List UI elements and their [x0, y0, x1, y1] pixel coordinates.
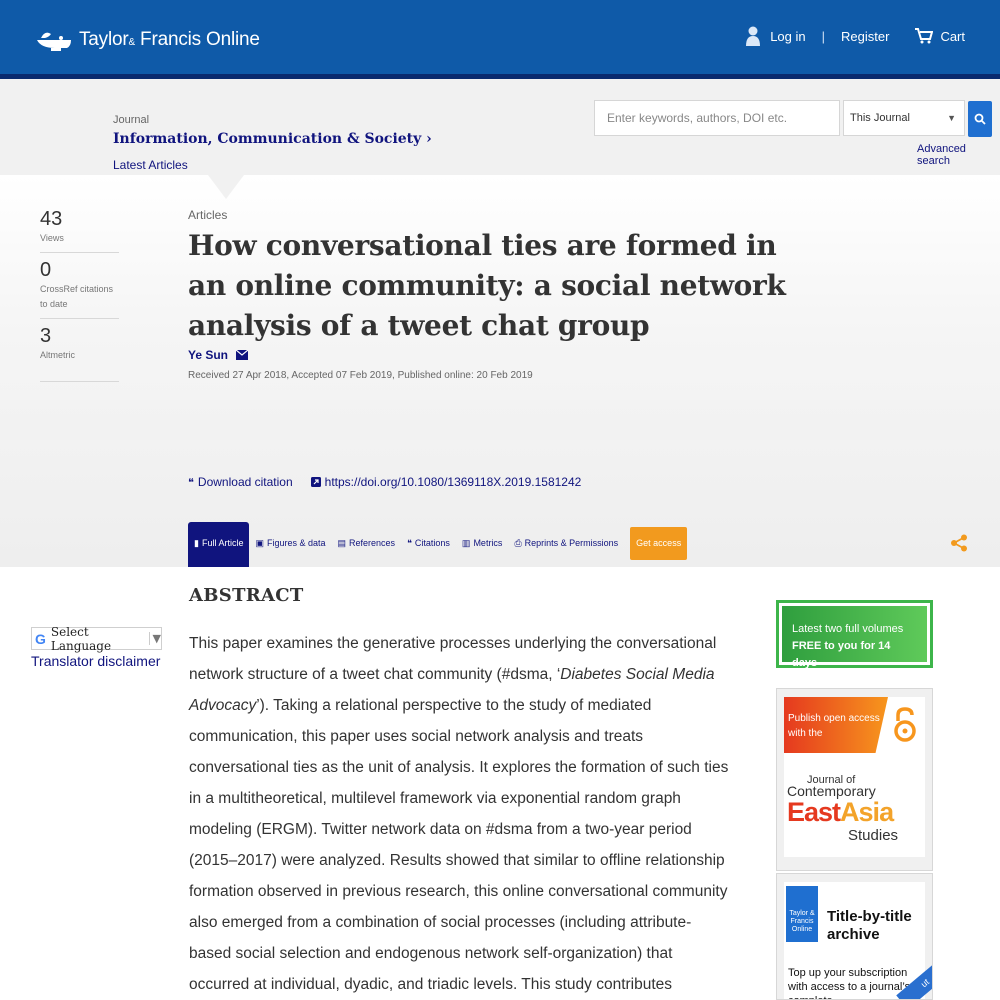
dropdown-arrow-icon: ▼	[148, 632, 161, 645]
tab-metrics[interactable]: ▥ Metrics	[456, 522, 509, 567]
metric-value: 3	[40, 325, 52, 347]
metric-label: Views	[40, 233, 64, 243]
ad-studies: Studies	[848, 827, 899, 844]
citation-links: ❝ Download citation https://doi.org/10.1…	[188, 475, 599, 489]
article-type: Articles	[188, 208, 228, 222]
search-button[interactable]	[968, 101, 992, 137]
publication-dates: Received 27 Apr 2018, Accepted 07 Feb 20…	[188, 370, 533, 381]
latest-articles-link[interactable]: Latest Articles	[113, 158, 188, 172]
download-citation-label: Download citation	[197, 475, 293, 489]
author-link[interactable]: Ye Sun	[188, 348, 249, 362]
article-metrics: 43 Views 0 CrossRef citations to date 3 …	[40, 208, 119, 388]
quote-icon: ❝	[188, 476, 194, 489]
ad-banner: Latest two full volumes FREE to you for …	[782, 606, 927, 669]
metric-altmetric[interactable]: 3 Altmetric	[40, 325, 119, 382]
tab-figures-data[interactable]: ▣ Figures & data	[249, 522, 331, 567]
print-icon: ⎙	[514, 538, 522, 548]
ad-title: Title-by-title archive	[827, 908, 912, 943]
metric-value: 43	[40, 208, 63, 230]
metric-value: 0	[40, 259, 52, 281]
lamp-logo-icon	[37, 32, 71, 51]
abstract-text: This paper examines the generative proce…	[189, 635, 729, 993]
doi-link[interactable]: https://doi.org/10.1080/1369118X.2019.15…	[310, 475, 582, 489]
login-link[interactable]: Log in	[746, 26, 806, 46]
logo-text: Taylor& Francis Online	[79, 29, 260, 50]
journal-title[interactable]: Information, Communication & Society ›	[113, 131, 432, 147]
article-title: How conversational ties are formed in an…	[188, 229, 786, 342]
language-select-label: Select Language	[50, 624, 112, 653]
cart-link[interactable]: Cart	[915, 28, 965, 44]
tab-label: Reprints & Permissions	[524, 538, 619, 548]
abstract-heading: ABSTRACT	[189, 585, 304, 606]
ad-card: Publish open access with the Journal of …	[784, 697, 925, 857]
translator-disclaimer-link[interactable]: Translator disclaimer	[31, 653, 160, 669]
nav-pointer	[208, 175, 244, 199]
image-icon: ▣	[255, 538, 264, 548]
ad-card: Taylor & Francis Online Title-by-title a…	[784, 882, 925, 999]
tab-full-article[interactable]: ▮ Full Article	[188, 522, 250, 567]
book-icon: ▤	[337, 538, 347, 548]
register-link[interactable]: Register	[841, 29, 889, 44]
tab-reprints-permissions[interactable]: ⎙ Reprints & Permissions	[508, 522, 624, 567]
tab-label: References	[349, 538, 396, 548]
ad-east-asia: EastAsia	[787, 797, 894, 827]
search-icon	[974, 113, 986, 125]
tab-citations[interactable]: ❝ Citations	[401, 522, 456, 567]
language-select[interactable]: G Select Language ▼	[31, 624, 162, 653]
tab-label: Metrics	[473, 538, 503, 548]
ad-line-bold: FREE to you for 14 days	[792, 640, 891, 669]
journal-kicker: Journal	[113, 114, 150, 126]
article-tabs: ▮ Full Article ▣ Figures & data ▤ Refere…	[188, 522, 688, 567]
share-button[interactable]	[950, 534, 968, 557]
search-scope-select[interactable]: This Journal ▼	[843, 100, 965, 136]
chevron-right-icon: ›	[426, 131, 432, 147]
user-icon	[746, 26, 761, 46]
author-name: Ye Sun	[188, 348, 229, 362]
ad-line: Latest two full volumes	[792, 623, 904, 635]
metric-crossref[interactable]: 0 CrossRef citations to date	[40, 259, 119, 319]
site-logo[interactable]: Taylor& Francis Online	[35, 28, 260, 52]
ad-orange-banner: Publish open access with the	[784, 697, 888, 753]
separator: |	[821, 28, 826, 44]
dropdown-arrow-icon: ▼	[947, 113, 956, 123]
free-volumes-ad[interactable]: Latest two full volumes FREE to you for …	[776, 600, 933, 669]
tf-logo-badge: Taylor & Francis Online	[786, 886, 818, 942]
share-icon	[951, 534, 967, 552]
google-icon: G	[35, 630, 46, 647]
metric-label: CrossRef citations to date	[40, 284, 114, 309]
download-citation-link[interactable]: ❝ Download citation	[188, 475, 293, 489]
search-scope-value: This Journal	[850, 112, 910, 124]
doi-label: https://doi.org/10.1080/1369118X.2019.15…	[324, 475, 582, 489]
file-icon: ▮	[194, 538, 199, 548]
envelope-icon	[236, 350, 249, 360]
bar-chart-icon: ▥	[461, 538, 471, 548]
search-input[interactable]: Enter keywords, authors, DOI etc.	[594, 100, 840, 136]
cart-icon	[915, 28, 934, 44]
tab-label: Full Article	[201, 538, 244, 548]
cart-label: Cart	[940, 28, 965, 44]
get-access-button[interactable]: Get access	[630, 527, 688, 560]
tab-label: Citations	[414, 538, 450, 548]
account-links: Log in | Register Cart	[746, 26, 965, 46]
advanced-search-link[interactable]: Advanced search	[917, 143, 1000, 167]
open-access-ad[interactable]: Publish open access with the Journal of …	[776, 688, 933, 871]
tab-label: Figures & data	[266, 538, 326, 548]
metric-label: Altmetric	[40, 350, 76, 360]
login-label: Log in	[770, 28, 806, 44]
metric-views: 43 Views	[40, 208, 119, 253]
quote-icon: ❝	[407, 538, 412, 548]
external-link-icon	[310, 477, 321, 487]
tab-references[interactable]: ▤ References	[332, 522, 402, 567]
open-access-lock-icon	[894, 707, 916, 742]
title-archive-ad[interactable]: Taylor & Francis Online Title-by-title a…	[776, 873, 933, 1000]
